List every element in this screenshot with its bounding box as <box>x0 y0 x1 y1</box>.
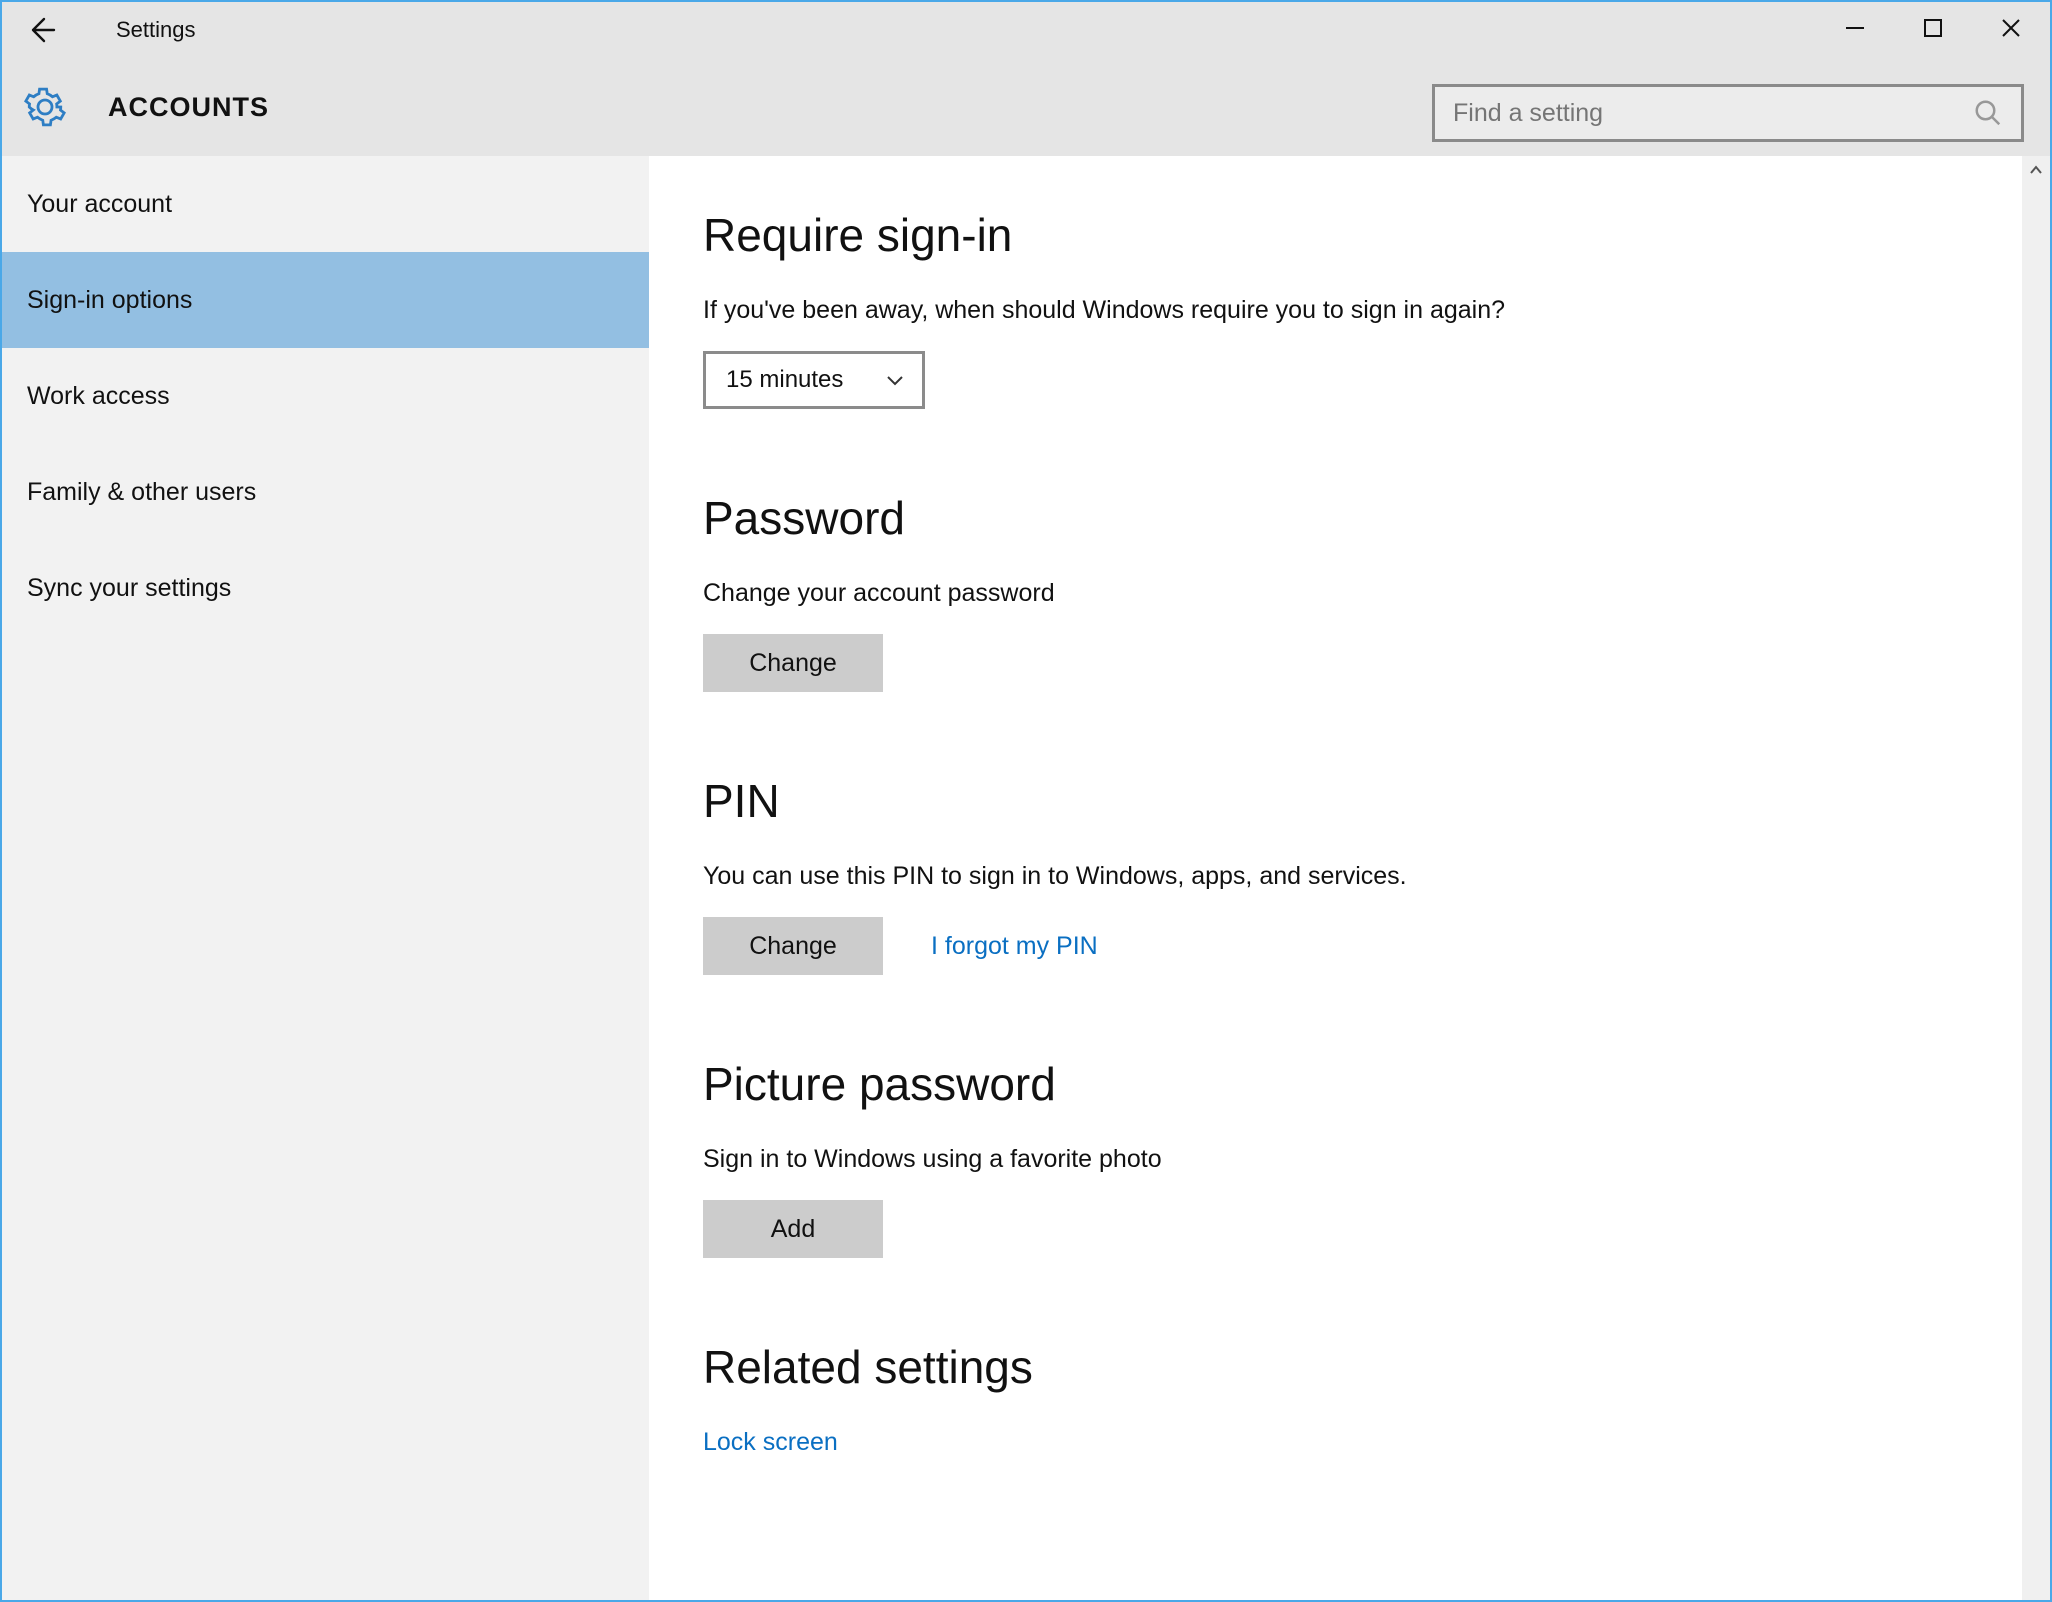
picture-password-heading: Picture password <box>703 1057 2050 1111</box>
pin-change-button[interactable]: Change <box>703 917 883 975</box>
category-header: ACCOUNTS <box>2 58 2050 156</box>
sidebar-item-sync-your-settings[interactable]: Sync your settings <box>2 540 649 636</box>
require-signin-dropdown[interactable]: 15 minutes <box>703 351 925 409</box>
sidebar-item-work-access[interactable]: Work access <box>2 348 649 444</box>
picture-password-add-button[interactable]: Add <box>703 1200 883 1258</box>
vertical-scrollbar[interactable] <box>2022 156 2050 1600</box>
picture-password-section: Picture password Sign in to Windows usin… <box>703 1057 2050 1258</box>
require-signin-selected: 15 minutes <box>726 366 864 394</box>
pin-heading: PIN <box>703 774 2050 828</box>
search-input[interactable] <box>1453 99 1973 128</box>
minimize-button[interactable] <box>1816 2 1894 54</box>
content-panel: Require sign-in If you've been away, whe… <box>649 156 2050 1600</box>
search-box[interactable] <box>1432 84 2024 142</box>
back-button[interactable] <box>16 2 66 58</box>
chevron-down-icon <box>884 369 906 391</box>
titlebar: Settings <box>2 2 2050 58</box>
pin-desc: You can use this PIN to sign in to Windo… <box>703 862 2050 891</box>
pin-section: PIN You can use this PIN to sign in to W… <box>703 774 2050 975</box>
gear-icon <box>24 86 66 128</box>
related-settings-heading: Related settings <box>703 1340 2050 1394</box>
search-icon <box>1973 98 2003 128</box>
settings-window: Settings ACCOUNTS Your account Sign-in <box>0 0 2052 1602</box>
related-settings-section: Related settings Lock screen <box>703 1340 2050 1457</box>
body: Your account Sign-in options Work access… <box>2 156 2050 1600</box>
require-signin-heading: Require sign-in <box>703 208 2050 262</box>
require-signin-section: Require sign-in If you've been away, whe… <box>703 208 2050 409</box>
password-change-button[interactable]: Change <box>703 634 883 692</box>
close-icon <box>2000 17 2022 39</box>
sidebar-item-family-other-users[interactable]: Family & other users <box>2 444 649 540</box>
chevron-up-icon <box>2028 162 2044 178</box>
close-button[interactable] <box>1972 2 2050 54</box>
password-section: Password Change your account password Ch… <box>703 491 2050 692</box>
password-heading: Password <box>703 491 2050 545</box>
picture-password-desc: Sign in to Windows using a favorite phot… <box>703 1145 2050 1174</box>
forgot-pin-link[interactable]: I forgot my PIN <box>931 932 1098 961</box>
maximize-button[interactable] <box>1894 2 1972 54</box>
lock-screen-link[interactable]: Lock screen <box>703 1428 838 1456</box>
scroll-up-button[interactable] <box>2022 156 2050 184</box>
arrow-left-icon <box>26 15 56 45</box>
password-desc: Change your account password <box>703 579 2050 608</box>
sidebar: Your account Sign-in options Work access… <box>2 156 649 1600</box>
sidebar-item-your-account[interactable]: Your account <box>2 156 649 252</box>
minimize-icon <box>1844 17 1866 39</box>
sidebar-item-sign-in-options[interactable]: Sign-in options <box>2 252 649 348</box>
window-controls <box>1816 2 2050 54</box>
require-signin-desc: If you've been away, when should Windows… <box>703 296 2050 325</box>
category-title: ACCOUNTS <box>108 92 269 123</box>
window-title: Settings <box>116 17 196 43</box>
maximize-icon <box>1923 18 1943 38</box>
